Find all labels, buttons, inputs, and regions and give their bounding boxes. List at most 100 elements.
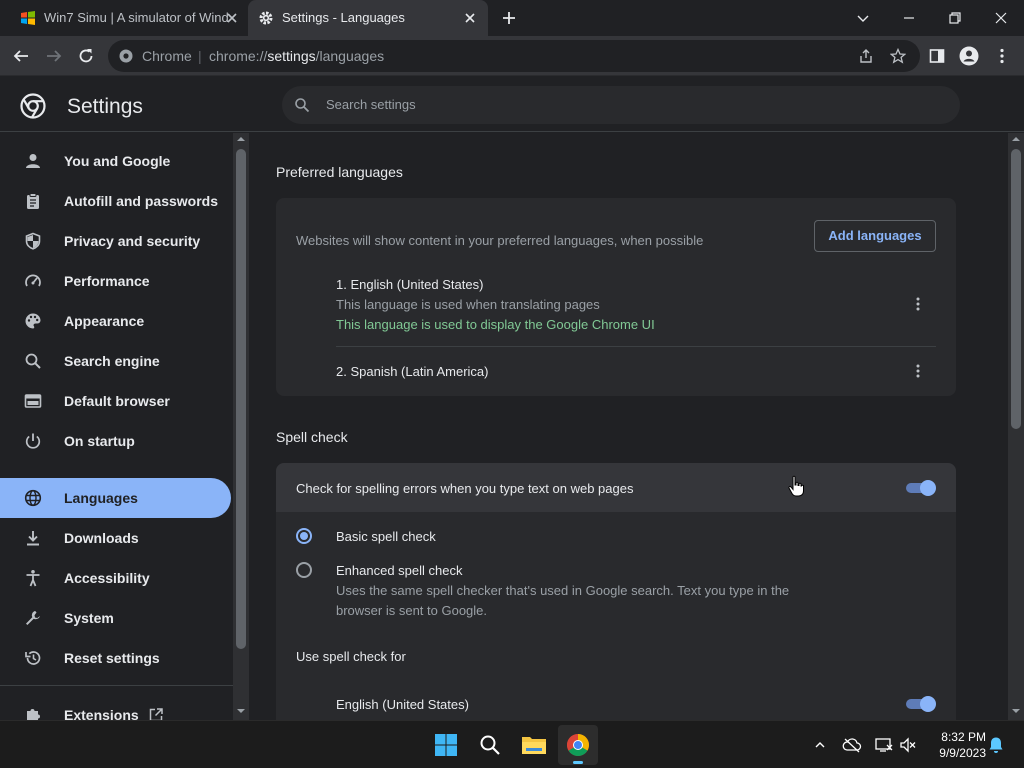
- sidebar-item-label: Accessibility: [64, 570, 150, 586]
- clock-time: 8:32 PM: [941, 730, 986, 744]
- scroll-up-arrow-icon[interactable]: [233, 133, 249, 145]
- language-name: 2. Spanish (Latin America): [336, 364, 489, 379]
- accessibility-icon: [24, 569, 42, 587]
- start-button[interactable]: [426, 725, 466, 765]
- bookmark-star-icon[interactable]: [890, 48, 906, 64]
- main-scroll-thumb[interactable]: [1011, 149, 1021, 429]
- sidebar-item-downloads[interactable]: Downloads: [0, 518, 231, 558]
- spell-check-language-toggle[interactable]: [904, 696, 936, 712]
- main-scrollbar[interactable]: [1008, 133, 1024, 720]
- globe-icon: [24, 489, 42, 507]
- sidebar-item-accessibility[interactable]: Accessibility: [0, 558, 231, 598]
- side-panel-icon[interactable]: [926, 45, 948, 67]
- sidebar-item-label: On startup: [64, 433, 135, 449]
- close-tab-icon[interactable]: [224, 10, 240, 26]
- tab-title: Win7 Simu | A simulator of Wind: [44, 10, 228, 25]
- windows-logo-icon: [435, 734, 457, 756]
- sidebar-item-search-engine[interactable]: Search engine: [0, 341, 231, 381]
- back-arrow-icon[interactable]: [10, 45, 32, 67]
- tab-search-chevron-icon[interactable]: [851, 6, 875, 30]
- tab-win7-simu[interactable]: Win7 Simu | A simulator of Wind: [10, 0, 246, 36]
- volume-muted-icon[interactable]: [898, 735, 918, 755]
- tab-title: Settings - Languages: [282, 10, 405, 25]
- sidebar-item-label: Performance: [64, 273, 150, 289]
- sidebar-item-appearance[interactable]: Appearance: [0, 301, 231, 341]
- search-settings-input[interactable]: Search settings: [282, 86, 960, 124]
- tab-settings-languages[interactable]: Settings - Languages: [248, 0, 488, 36]
- url-text[interactable]: chrome://settings/languages: [209, 48, 384, 64]
- basic-spell-check-radio[interactable]: [296, 528, 312, 544]
- network-icon[interactable]: [874, 735, 894, 755]
- sidebar-item-performance[interactable]: Performance: [0, 261, 231, 301]
- enhanced-spell-check-radio[interactable]: [296, 562, 312, 578]
- address-bar[interactable]: Chrome | chrome://settings/languages: [108, 40, 920, 72]
- chrome-icon: [567, 734, 589, 756]
- sidebar-item-autofill[interactable]: Autofill and passwords: [0, 181, 231, 221]
- enhanced-spell-check-description: browser is sent to Google.: [336, 603, 488, 618]
- power-icon: [24, 432, 42, 450]
- preferred-languages-description: Websites will show content in your prefe…: [296, 233, 704, 248]
- scroll-down-arrow-icon[interactable]: [233, 705, 249, 717]
- browser-toolbar: Chrome | chrome://settings/languages: [0, 36, 1024, 76]
- omnibox-chrome-label: Chrome: [142, 48, 192, 64]
- spell-check-toggle[interactable]: [904, 480, 936, 496]
- history-icon: [24, 649, 42, 667]
- show-hidden-icons-chevron-icon[interactable]: [810, 735, 830, 755]
- settings-sidebar: You and Google Autofill and passwords Pr…: [0, 133, 233, 720]
- sidebar-item-default-browser[interactable]: Default browser: [0, 381, 231, 421]
- url-host: settings: [267, 48, 316, 64]
- notification-bell-icon[interactable]: [986, 735, 1006, 755]
- sidebar-item-label: Default browser: [64, 393, 170, 409]
- menu-kebab-icon[interactable]: [991, 45, 1013, 67]
- share-icon[interactable]: [858, 48, 874, 64]
- sidebar-scrollbar[interactable]: [233, 133, 249, 720]
- page-title: Settings: [67, 95, 143, 118]
- palette-icon: [24, 312, 42, 330]
- toggle-knob: [920, 696, 936, 712]
- language-row-divider: [336, 346, 936, 347]
- file-explorer-button[interactable]: [514, 725, 554, 765]
- sidebar-item-privacy[interactable]: Privacy and security: [0, 221, 231, 261]
- forward-arrow-icon[interactable]: [43, 45, 65, 67]
- search-icon: [24, 352, 42, 370]
- settings-header: Settings Search settings: [0, 77, 1024, 132]
- sidebar-item-reset-settings[interactable]: Reset settings: [0, 638, 231, 678]
- omnibox-separator: |: [198, 48, 202, 64]
- scroll-up-arrow-icon[interactable]: [1008, 133, 1024, 145]
- chrome-taskbar-button[interactable]: [558, 725, 598, 765]
- sidebar-item-extensions[interactable]: Extensions: [0, 695, 231, 720]
- sidebar-item-label: Extensions: [64, 707, 139, 720]
- sidebar-scroll-thumb[interactable]: [236, 149, 246, 649]
- taskbar-search-button[interactable]: [470, 725, 510, 765]
- spell-check-toggle-row[interactable]: Check for spelling errors when you type …: [276, 463, 956, 512]
- folder-icon: [522, 737, 546, 754]
- spell-check-language-name: English (United States): [336, 697, 469, 712]
- speedometer-icon: [24, 272, 42, 290]
- external-link-icon: [148, 707, 164, 720]
- sidebar-item-languages[interactable]: Languages: [0, 478, 231, 518]
- url-prefix: chrome://: [209, 48, 268, 64]
- restore-icon[interactable]: [943, 6, 967, 30]
- sidebar-item-on-startup[interactable]: On startup: [0, 421, 231, 461]
- clipboard-icon: [24, 192, 42, 210]
- wrench-icon: [24, 609, 42, 627]
- scroll-down-arrow-icon[interactable]: [1008, 705, 1024, 717]
- sidebar-item-you-and-google[interactable]: You and Google: [0, 141, 231, 181]
- close-window-icon[interactable]: [989, 6, 1013, 30]
- profile-avatar-icon[interactable]: [958, 45, 980, 67]
- reload-icon[interactable]: [75, 45, 97, 67]
- taskbar-clock[interactable]: 8:32 PM 9/9/2023: [922, 729, 986, 761]
- new-tab-plus-icon[interactable]: [500, 9, 518, 27]
- search-placeholder: Search settings: [326, 97, 416, 112]
- chrome-page-icon[interactable]: [118, 48, 134, 64]
- add-languages-button[interactable]: Add languages: [814, 220, 936, 252]
- minimize-icon[interactable]: [897, 6, 921, 30]
- sidebar-item-label: Downloads: [64, 530, 139, 546]
- onedrive-offline-icon[interactable]: [842, 735, 862, 755]
- sidebar-item-system[interactable]: System: [0, 598, 231, 638]
- language-options-kebab-icon[interactable]: [910, 296, 926, 312]
- language-options-kebab-icon[interactable]: [910, 363, 926, 379]
- close-tab-icon[interactable]: [462, 10, 478, 26]
- sidebar-item-label: Appearance: [64, 313, 145, 329]
- preferred-languages-card: Websites will show content in your prefe…: [276, 198, 956, 396]
